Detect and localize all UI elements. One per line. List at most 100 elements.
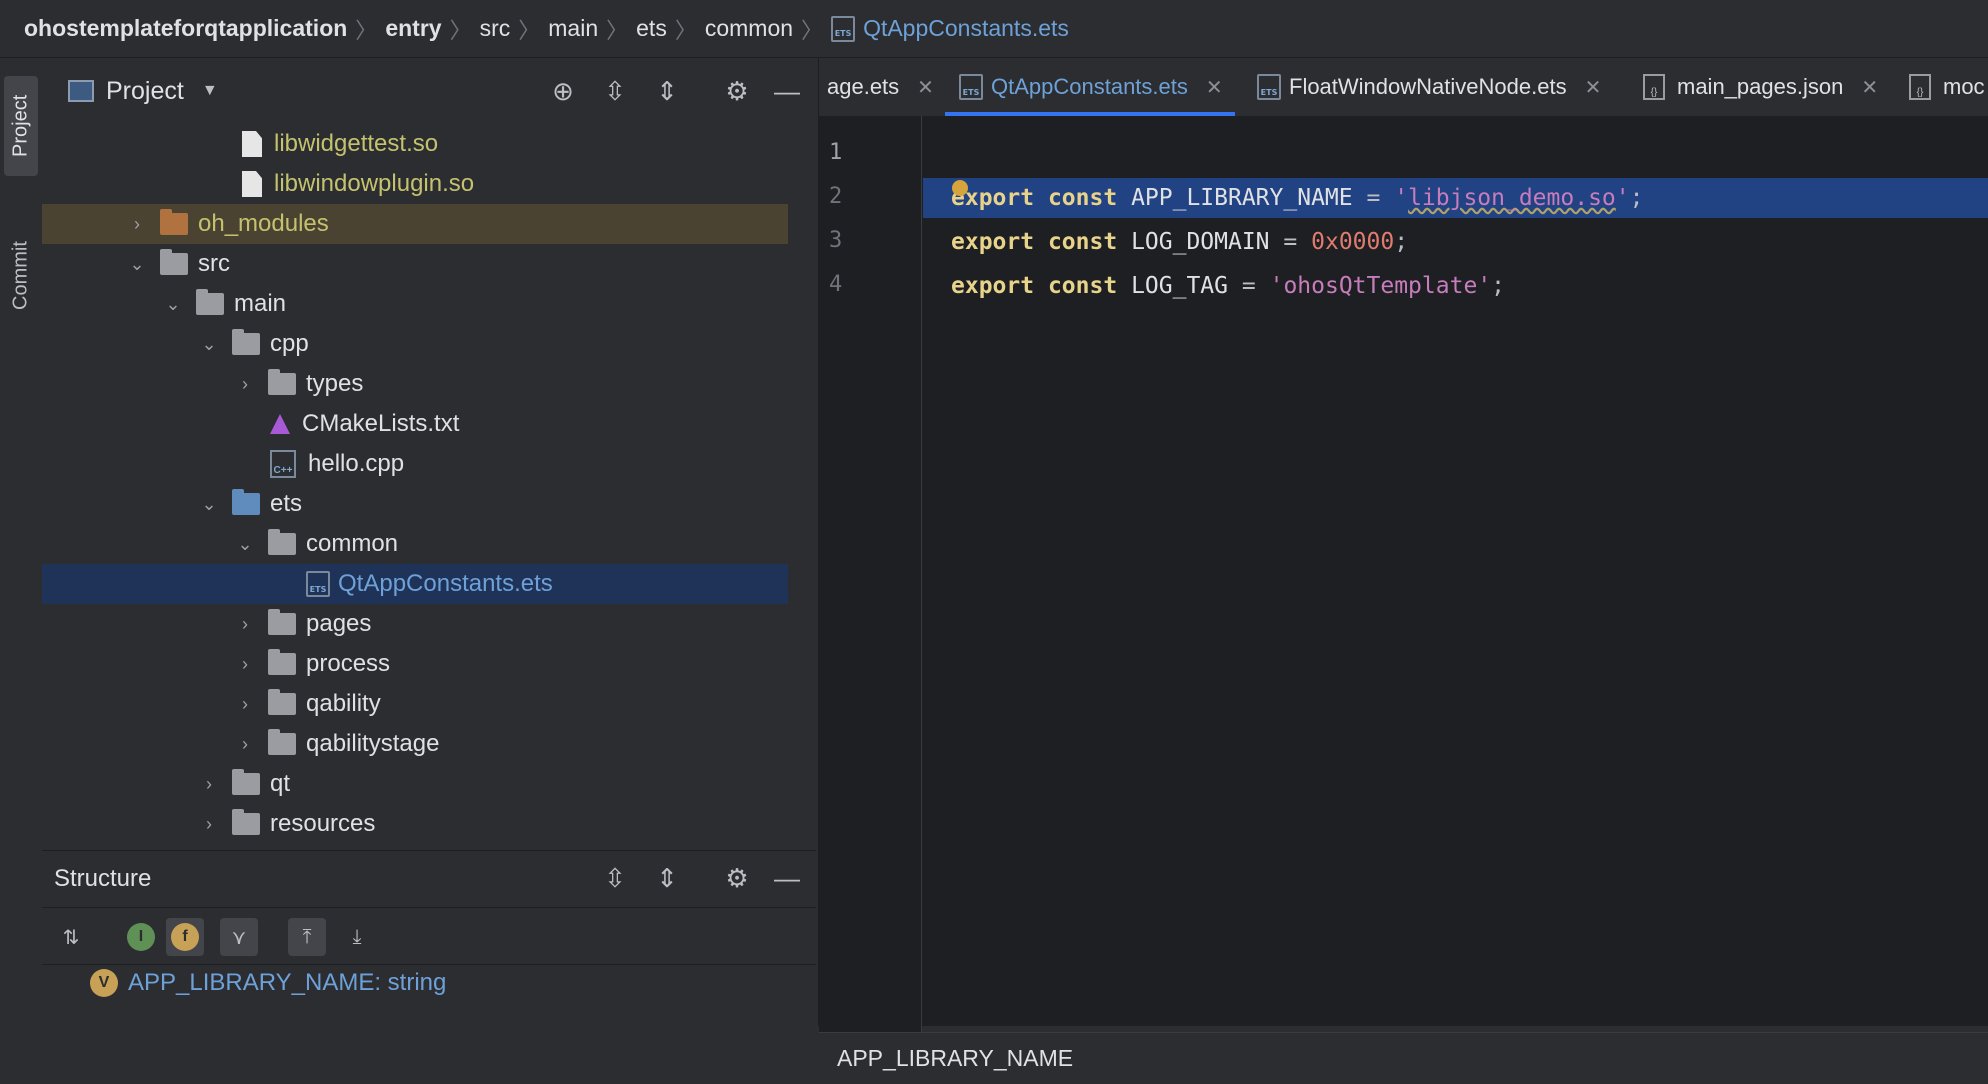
tree-item[interactable]: ⌄ common [42, 524, 788, 564]
line-number: 3 [829, 228, 843, 253]
breadcrumb-item-file[interactable]: ETS QtAppConstants.ets [831, 15, 1069, 42]
chevron-down-icon[interactable]: ⌄ [126, 254, 148, 275]
tool-tab-project-label: Project [9, 94, 32, 158]
tree-item-label: cpp [270, 330, 309, 357]
breadcrumb-separator-icon: 〉 [801, 17, 824, 43]
chevron-right-icon[interactable]: › [234, 654, 256, 675]
breadcrumb-item-common[interactable]: common [705, 15, 793, 42]
show-hierarchy-icon[interactable]: ⋎ [220, 918, 258, 956]
folder-icon [160, 209, 188, 235]
minimize-icon[interactable]: — [770, 74, 804, 108]
tree-item[interactable]: › pages [42, 604, 788, 644]
close-icon[interactable]: ✕ [1861, 75, 1878, 100]
gear-icon[interactable]: ⚙ [720, 74, 754, 108]
tree-item[interactable]: libwidgettest.so [42, 124, 788, 164]
chevron-right-icon[interactable]: › [198, 814, 220, 835]
breadcrumb-item-main[interactable]: main [548, 15, 598, 42]
chevron-down-icon[interactable]: ⌄ [234, 534, 256, 555]
cmake-icon [270, 414, 290, 434]
code-line-3[interactable]: export const LOG_TAG = ' ohosQtTemplate … [923, 266, 1505, 306]
project-panel-title[interactable]: Project [106, 77, 184, 106]
file-icon [242, 131, 262, 157]
field-icon: f [171, 923, 199, 951]
tool-tab-project[interactable]: Project [4, 76, 38, 176]
show-inherited-button[interactable]: I [122, 918, 160, 956]
tree-item[interactable]: › resources [42, 804, 788, 844]
folder-icon [232, 489, 260, 515]
tool-tab-commit[interactable]: Commit [4, 216, 38, 336]
tree-item-label: oh_modules [198, 210, 329, 237]
scroll-to-source-icon[interactable]: ⤓ [338, 918, 376, 956]
tree-item[interactable]: C++ hello.cpp [42, 444, 788, 484]
line-number-gutter: 1 2 3 4 [819, 116, 922, 1032]
chevron-right-icon[interactable]: › [234, 374, 256, 395]
minimize-icon[interactable]: — [770, 861, 804, 895]
code-line-1[interactable]: export const APP_LIBRARY_NAME = ' libjso… [923, 178, 1988, 218]
breadcrumb-item-src[interactable]: src [480, 15, 511, 42]
tree-item[interactable]: libwindowplugin.so [42, 164, 788, 204]
editor-tabs: age.ets ✕ ETS QtAppConstants.ets ✕ ETS F… [819, 58, 1988, 117]
structure-item-label: APP_LIBRARY_NAME: string [128, 969, 447, 996]
collapse-all-icon[interactable]: ⇕ [650, 74, 684, 108]
gear-icon[interactable]: ⚙ [720, 861, 754, 895]
chevron-right-icon[interactable]: › [234, 694, 256, 715]
keyword-const: const [1047, 229, 1118, 255]
chevron-down-icon[interactable]: ⌄ [198, 494, 220, 515]
breadcrumb-item-ets[interactable]: ets [636, 15, 667, 42]
code-editor: age.ets ✕ ETS QtAppConstants.ets ✕ ETS F… [818, 58, 1988, 1084]
tree-item[interactable]: ⌄ src [42, 244, 788, 284]
tree-item[interactable]: › qability [42, 684, 788, 724]
chevron-right-icon[interactable]: › [234, 734, 256, 755]
tree-item[interactable]: › qt [42, 764, 788, 804]
close-icon[interactable]: ✕ [1206, 75, 1223, 100]
chevron-right-icon[interactable]: › [198, 774, 220, 795]
tree-item-label: QtAppConstants.ets [338, 570, 553, 597]
code-line-2[interactable]: export const LOG_DOMAIN = 0x0000 ; [923, 222, 1408, 262]
tree-item-label: types [306, 370, 364, 397]
close-icon[interactable]: ✕ [917, 75, 934, 100]
show-fields-button[interactable]: f [166, 918, 204, 956]
chevron-right-icon[interactable]: › [234, 614, 256, 635]
tree-item-label: main [234, 290, 287, 317]
editor-tab[interactable]: ETS FloatWindowNativeNode.ets ✕ [1257, 58, 1601, 116]
structure-item[interactable]: V APP_LIBRARY_NAME: string [90, 969, 446, 997]
chevron-down-icon[interactable]: ⌄ [162, 294, 184, 315]
breadcrumb-file-label: QtAppConstants.ets [863, 15, 1069, 41]
expand-all-icon[interactable]: ⇳ [598, 861, 632, 895]
breadcrumb-item-entry[interactable]: entry [385, 15, 441, 42]
keyword-const: const [1047, 185, 1118, 211]
chevron-down-icon[interactable]: ⌄ [198, 334, 220, 355]
chevron-down-icon[interactable]: ▼ [202, 82, 218, 100]
sort-alpha-icon[interactable]: ⇅ [52, 918, 90, 956]
status-symbol[interactable]: APP_LIBRARY_NAME [837, 1045, 1073, 1072]
folder-icon [268, 529, 296, 555]
tree-item[interactable]: ⌄ cpp [42, 324, 788, 364]
tree-item[interactable]: CMakeLists.txt [42, 404, 788, 444]
tree-item[interactable]: › types [42, 364, 788, 404]
tree-item[interactable]: › oh_modules [42, 204, 788, 244]
tree-item[interactable]: › process [42, 644, 788, 684]
ets-file-icon: ETS [831, 15, 856, 42]
editor-tab[interactable]: {} moc [1909, 58, 1985, 116]
tree-item[interactable]: › qabilitystage [42, 724, 788, 764]
editor-tab[interactable]: {} main_pages.json ✕ [1643, 58, 1878, 116]
editor-tab[interactable]: age.ets ✕ [819, 58, 945, 116]
close-icon[interactable]: ✕ [1585, 75, 1602, 100]
locate-icon[interactable]: ⊕ [546, 74, 580, 108]
intention-bulb-icon[interactable] [952, 180, 968, 196]
tree-item-label: libwindowplugin.so [274, 170, 475, 197]
folder-icon [232, 809, 260, 835]
editor-tab-active[interactable]: ETS QtAppConstants.ets ✕ [945, 58, 1235, 116]
tree-item[interactable]: ⌄ main [42, 284, 788, 324]
breadcrumb-item-project[interactable]: ohostemplateforqtapplication [24, 15, 347, 42]
chevron-right-icon[interactable]: › [126, 214, 148, 235]
expand-all-icon[interactable]: ⇳ [598, 74, 632, 108]
tree-item-selected[interactable]: ETS QtAppConstants.ets [42, 564, 788, 604]
collapse-all-icon[interactable]: ⇕ [650, 861, 684, 895]
ets-file-icon: ETS [959, 74, 983, 100]
scroll-from-source-icon[interactable]: ⤒ [288, 918, 326, 956]
tree-item[interactable]: ⌄ ets [42, 484, 788, 524]
code-area[interactable]: export const APP_LIBRARY_NAME = ' libjso… [923, 116, 1988, 1032]
semicolon: ; [1491, 273, 1506, 299]
keyword-const: const [1047, 273, 1118, 299]
